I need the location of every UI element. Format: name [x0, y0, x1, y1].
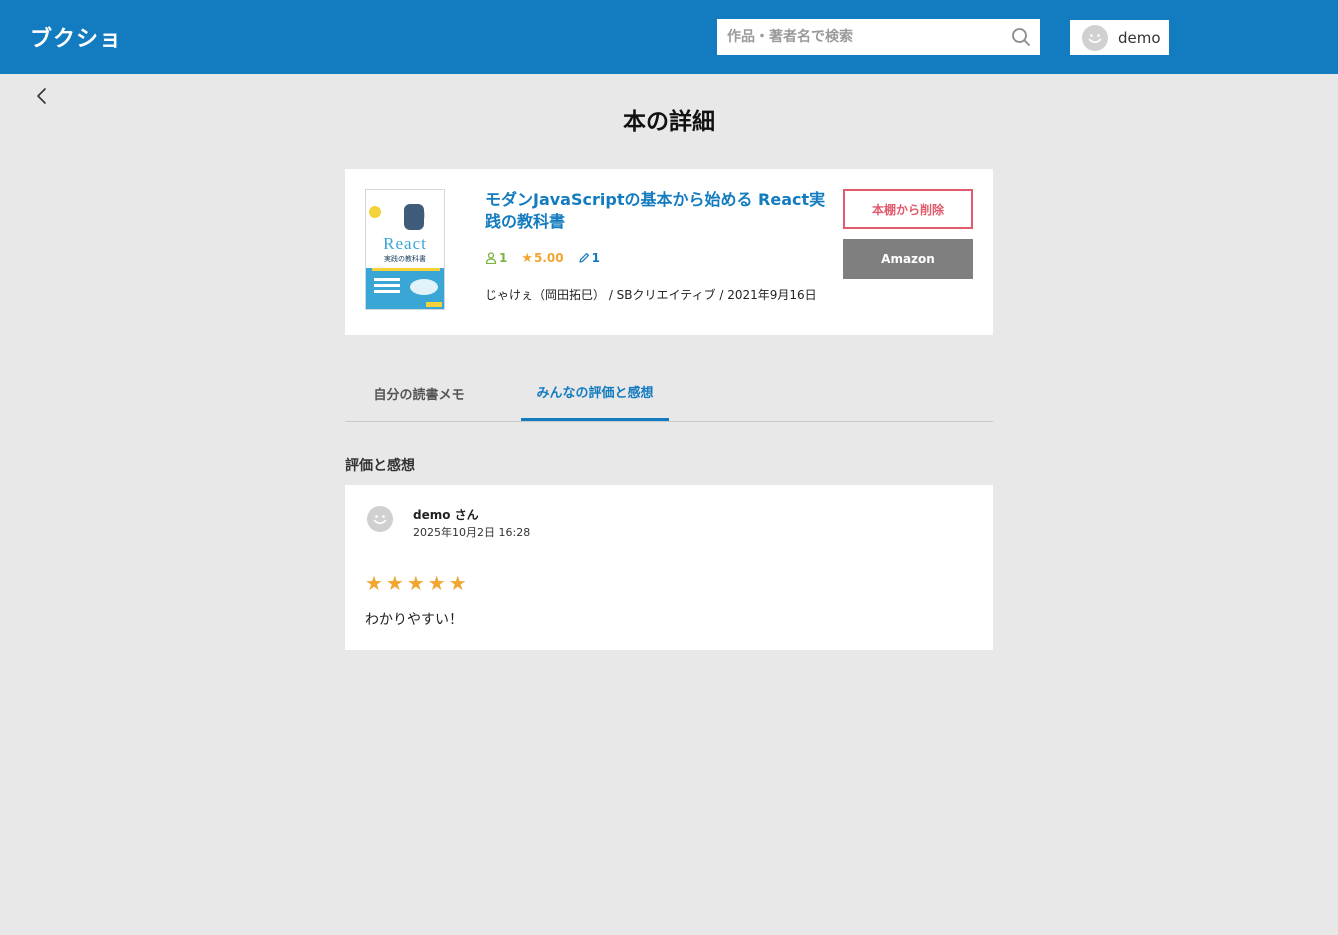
rating-value: 5.00: [534, 251, 564, 265]
review-card: demo さん 2025年10月2日 16:28 ★★★★★ わかりやすい！: [345, 485, 993, 650]
review-text: わかりやすい！: [365, 612, 463, 628]
book-title[interactable]: モダンJavaScriptの基本から始める React実践の教科書: [485, 189, 830, 233]
star-icon: ★: [521, 250, 534, 266]
book-cover-title: React: [383, 234, 427, 253]
remove-from-shelf-button[interactable]: 本棚から削除: [843, 189, 973, 229]
avatar-icon: [1082, 24, 1108, 51]
tab-bar: 自分の読書メモ みんなの評価と感想: [345, 365, 993, 422]
rating-stat: ★ 5.00: [521, 251, 563, 266]
reviews-heading: 評価と感想: [345, 458, 415, 474]
book-cover-subtitle: 実践の教科書: [384, 255, 426, 263]
memos-count: 1: [591, 251, 600, 265]
review-date: 2025年10月2日 16:28: [413, 526, 531, 539]
back-icon[interactable]: [33, 86, 51, 106]
review-stars: ★★★★★: [365, 571, 470, 595]
app-logo[interactable]: ブクショ: [30, 26, 122, 54]
book-cover: React 実践の教科書: [365, 189, 445, 310]
book-meta: じゃけぇ（岡田拓巳） / SBクリエイティブ / 2021年9月16日: [485, 288, 817, 302]
app-header: ブクショ demo: [0, 0, 1338, 74]
memos-stat: 1: [578, 251, 600, 265]
pencil-icon: [579, 253, 589, 263]
avatar-icon: [367, 506, 393, 532]
readers-count: 1: [499, 251, 508, 265]
readers-stat: 1: [485, 251, 507, 265]
search-icon[interactable]: [1011, 27, 1031, 47]
tab-my-memo[interactable]: 自分の読書メモ: [345, 365, 493, 421]
tab-reviews[interactable]: みんなの評価と感想: [521, 365, 669, 421]
amazon-button[interactable]: Amazon: [843, 239, 973, 279]
book-card: React 実践の教科書 モダンJavaScriptの基本から始める React…: [345, 169, 993, 335]
book-stats: 1 ★ 5.00 1: [485, 249, 614, 267]
person-icon: [485, 252, 497, 264]
user-name: demo: [1118, 28, 1161, 47]
search-input[interactable]: [717, 20, 997, 54]
page-title: 本の詳細: [623, 109, 715, 135]
user-menu[interactable]: demo: [1070, 20, 1169, 55]
review-user: demo さん: [413, 508, 479, 522]
search-box: [717, 19, 1040, 55]
